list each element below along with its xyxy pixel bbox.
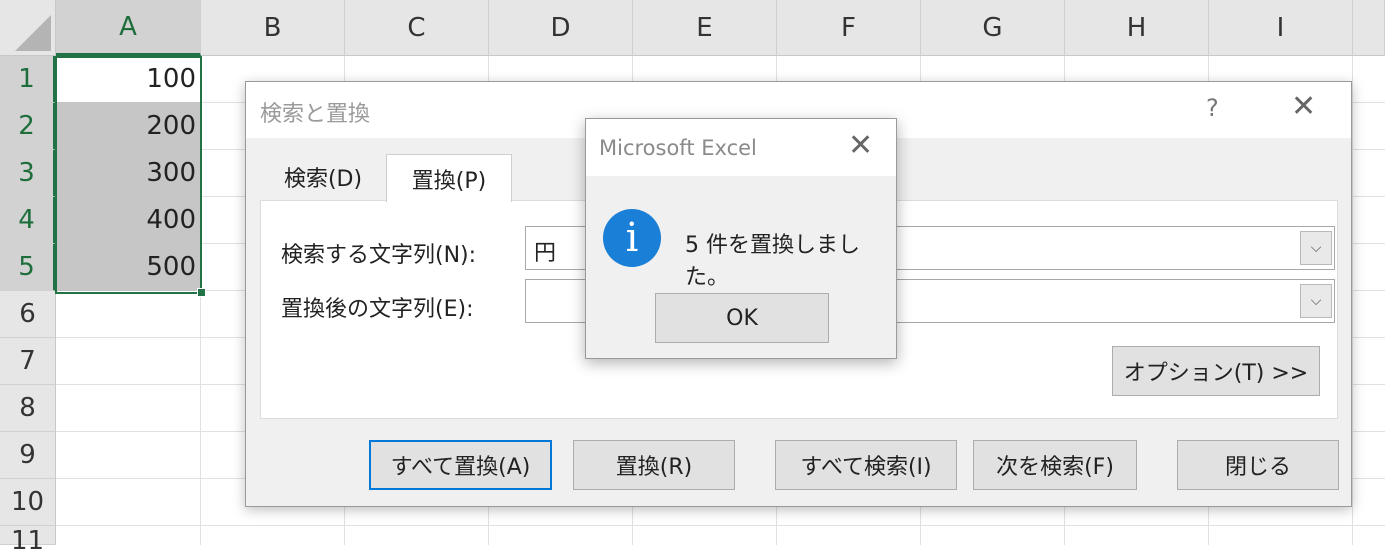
close-button[interactable]: 閉じる [1177,440,1339,490]
row-header-6[interactable]: 6 [0,291,56,338]
message-titlebar[interactable]: Microsoft Excel ✕ [586,119,896,176]
row-header-9[interactable]: 9 [0,432,56,479]
column-header-b[interactable]: B [201,0,345,56]
column-header-a[interactable]: A [56,0,201,56]
info-glyph: i [625,215,639,261]
column-header-c[interactable]: C [345,0,489,56]
find-what-label: 検索する文字列(N): [281,243,477,268]
column-header-h[interactable]: H [1065,0,1209,56]
column-header-e[interactable]: E [633,0,777,56]
row-header-1[interactable]: 1 [0,56,56,103]
find-all-button[interactable]: すべて検索(I) [775,440,957,490]
help-button[interactable]: ? [1206,94,1219,122]
row-header-11[interactable]: 11 [0,526,56,556]
row-header-4[interactable]: 4 [0,197,56,244]
replace-all-button[interactable]: すべて置換(A) [369,440,552,490]
dialog-title: 検索と置換 [260,102,371,127]
gridline [200,56,201,545]
message-title: Microsoft Excel [599,136,757,160]
gridline [1352,56,1353,545]
column-header-partial[interactable] [1353,0,1385,56]
cell-a5[interactable]: 500 [56,244,200,291]
cell-a4[interactable]: 400 [56,197,200,244]
message-box: Microsoft Excel ✕ i 5 件を置換しました。 OK [585,118,897,359]
column-header-f[interactable]: F [777,0,921,56]
row-header-2[interactable]: 2 [0,103,56,150]
replace-with-label: 置換後の文字列(E): [281,297,474,322]
replace-button[interactable]: 置換(R) [573,440,735,490]
row-header-8[interactable]: 8 [0,385,56,432]
fill-handle[interactable] [197,288,206,297]
tab-replace[interactable]: 置換(P) [386,154,512,202]
replace-dropdown-chevron-down-icon[interactable]: ⌵ [1300,284,1332,318]
column-header-d[interactable]: D [489,0,633,56]
cell-a3[interactable]: 300 [56,150,200,197]
column-header-g[interactable]: G [921,0,1065,56]
cell-a2[interactable]: 200 [56,103,200,150]
find-what-input[interactable]: 円 [534,235,556,267]
row-header-3[interactable]: 3 [0,150,56,197]
select-all-corner[interactable] [0,0,56,56]
row-header-5[interactable]: 5 [0,244,56,291]
cell-a1[interactable]: 100 [56,56,200,103]
row-header-7[interactable]: 7 [0,338,56,385]
message-text: 5 件を置換しました。 [685,233,860,290]
find-dropdown-chevron-down-icon[interactable]: ⌵ [1300,231,1332,265]
message-close-icon[interactable]: ✕ [848,131,873,161]
gridline [56,525,1385,526]
tab-find[interactable]: 検索(D) [260,154,386,200]
select-all-triangle-icon [15,15,51,51]
find-next-button[interactable]: 次を検索(F) [973,440,1137,490]
info-icon: i [603,209,661,267]
options-button[interactable]: オプション(T) >> [1112,346,1320,396]
ok-button[interactable]: OK [655,293,829,343]
row-header-10[interactable]: 10 [0,479,56,526]
column-header-i[interactable]: I [1209,0,1353,56]
dialog-close-icon[interactable]: ✕ [1291,92,1316,122]
